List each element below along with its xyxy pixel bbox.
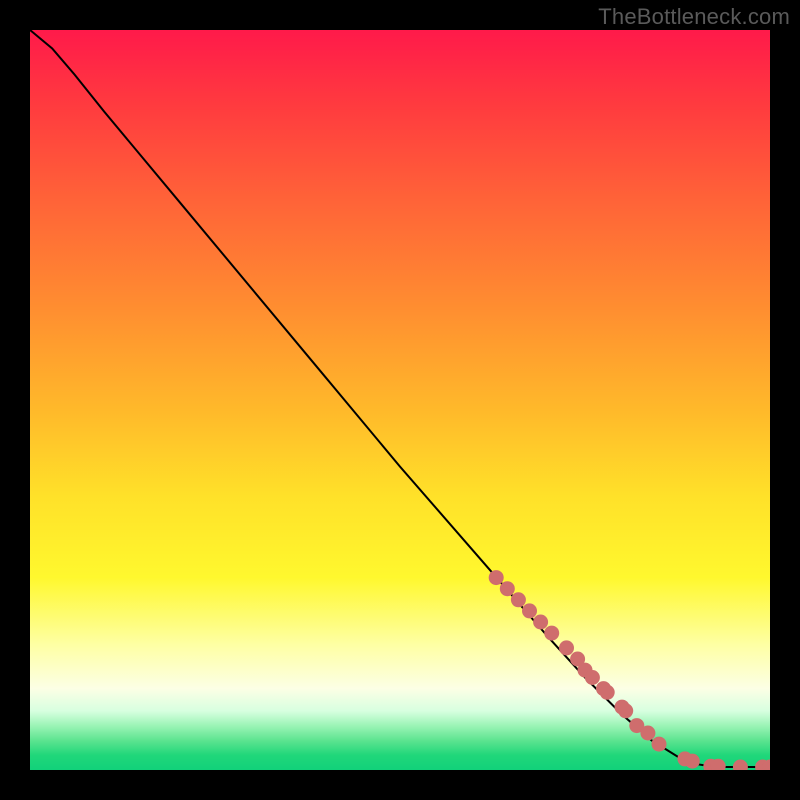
watermark-text: TheBottleneck.com [598,4,790,30]
gradient-background [30,30,770,770]
plot-area [30,30,770,770]
chart-frame: TheBottleneck.com [0,0,800,800]
